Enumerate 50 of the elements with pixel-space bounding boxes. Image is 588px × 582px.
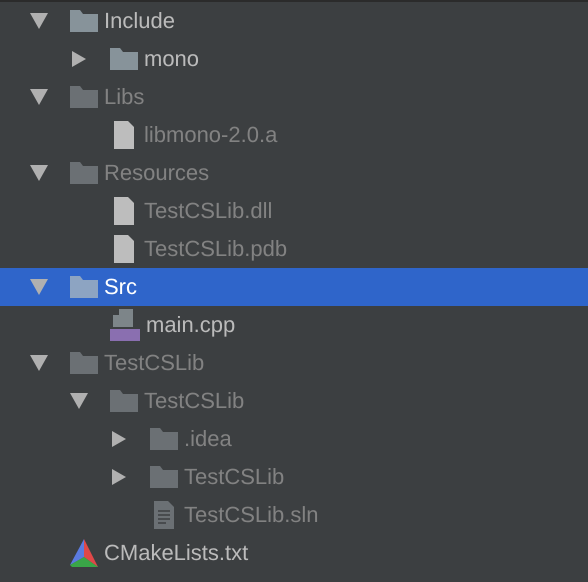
folder-icon — [150, 428, 178, 450]
item-label: Include — [104, 8, 175, 34]
item-label: Libs — [104, 84, 144, 110]
item-label: libmono-2.0.a — [144, 122, 278, 148]
collapse-arrow-icon[interactable] — [110, 431, 128, 447]
folder-icon — [70, 162, 98, 184]
expand-arrow-icon[interactable] — [70, 393, 88, 409]
folder-icon — [110, 48, 138, 70]
item-label: mono — [144, 46, 200, 72]
item-label: TestCSLib.sln — [184, 502, 319, 528]
item-label: Src — [104, 274, 137, 300]
tree-row[interactable]: TestCSLib.sln — [0, 496, 588, 534]
cmake-triangle-icon — [70, 539, 98, 567]
tree-row[interactable]: TestCSLib — [0, 382, 588, 420]
tree-row[interactable]: Resources — [0, 154, 588, 192]
tree-row[interactable]: TestCSLib.dll — [0, 192, 588, 230]
folder-icon — [70, 10, 98, 32]
tree-row[interactable]: Include — [0, 2, 588, 40]
tree-row[interactable]: libmono-2.0.a — [0, 116, 588, 154]
folder-icon — [150, 466, 178, 488]
tree-row[interactable]: mono — [0, 40, 588, 78]
expand-arrow-icon[interactable] — [30, 89, 48, 105]
tree-row[interactable]: Libs — [0, 78, 588, 116]
tree-row[interactable]: TestCSLib — [0, 458, 588, 496]
cpp-file-icon — [110, 309, 140, 341]
folder-icon — [70, 86, 98, 108]
expand-arrow-icon[interactable] — [30, 279, 48, 295]
collapse-arrow-icon[interactable] — [70, 51, 88, 67]
item-label: .idea — [184, 426, 232, 452]
tree-row[interactable]: TestCSLib.pdb — [0, 230, 588, 268]
tree-row[interactable]: main.cpp — [0, 306, 588, 344]
expand-arrow-icon[interactable] — [30, 13, 48, 29]
collapse-arrow-icon[interactable] — [110, 469, 128, 485]
item-label: Resources — [104, 160, 210, 186]
tree-row[interactable]: CMakeLists.txt — [0, 534, 588, 572]
item-label: TestCSLib — [184, 464, 284, 490]
item-label: main.cpp — [146, 312, 236, 338]
folder-icon — [70, 352, 98, 374]
expand-arrow-icon[interactable] — [30, 355, 48, 371]
item-label: TestCSLib.dll — [144, 198, 272, 224]
item-label: TestCSLib.pdb — [144, 236, 288, 262]
folder-icon — [70, 276, 98, 298]
item-label: TestCSLib — [104, 350, 204, 376]
tree-row[interactable]: TestCSLib — [0, 344, 588, 382]
item-label: CMakeLists.txt — [104, 540, 248, 566]
selected-tree-row[interactable]: Src — [0, 268, 588, 306]
expand-arrow-icon[interactable] — [30, 165, 48, 181]
tree-row[interactable]: .idea — [0, 420, 588, 458]
folder-icon — [110, 390, 138, 412]
item-label: TestCSLib — [144, 388, 244, 414]
